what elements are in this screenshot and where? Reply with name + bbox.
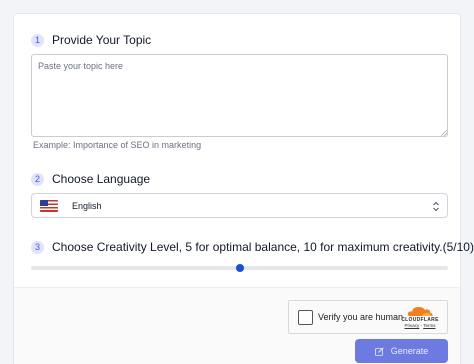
step-title: Choose Creativity Level, 5 for optimal b…	[52, 240, 474, 254]
chevron-up-down-icon	[433, 201, 439, 212]
step-number-badge: 1	[31, 33, 44, 47]
topic-example: Example: Importance of SEO in marketing	[33, 140, 202, 150]
privacy-link[interactable]: Privacy	[405, 323, 420, 328]
step-title: Choose Language	[52, 172, 151, 186]
captcha-widget: Verify you are human CLOUDFLARE Privacy …	[288, 300, 448, 334]
terms-link[interactable]: Terms	[423, 323, 435, 328]
cloud-icon	[407, 306, 433, 316]
step-number-badge: 3	[31, 240, 44, 254]
step-creativity-label: 3 Choose Creativity Level, 5 for optimal…	[31, 240, 474, 254]
captcha-label: Verify you are human	[318, 312, 404, 322]
us-flag-icon	[40, 199, 58, 212]
generate-button-label: Generate	[390, 346, 429, 356]
link-separator: ·	[420, 323, 423, 328]
step-title: Provide Your Topic	[52, 33, 152, 47]
step-language-label: 2 Choose Language	[31, 172, 150, 186]
step-topic-label: 1 Provide Your Topic	[31, 33, 151, 47]
resize-grip-icon[interactable]	[441, 130, 447, 136]
language-select[interactable]: English	[31, 193, 448, 218]
cloudflare-logo: CLOUDFLARE Privacy · Terms	[399, 305, 441, 331]
step-number-badge: 2	[31, 172, 44, 186]
captcha-checkbox[interactable]	[298, 309, 313, 325]
generate-button[interactable]: Generate	[355, 339, 448, 363]
cloudflare-links: Privacy · Terms	[399, 323, 441, 329]
edit-icon	[374, 346, 384, 356]
language-selected-value: English	[72, 200, 102, 211]
creativity-slider-thumb[interactable]	[235, 264, 244, 272]
topic-input[interactable]	[31, 54, 448, 137]
